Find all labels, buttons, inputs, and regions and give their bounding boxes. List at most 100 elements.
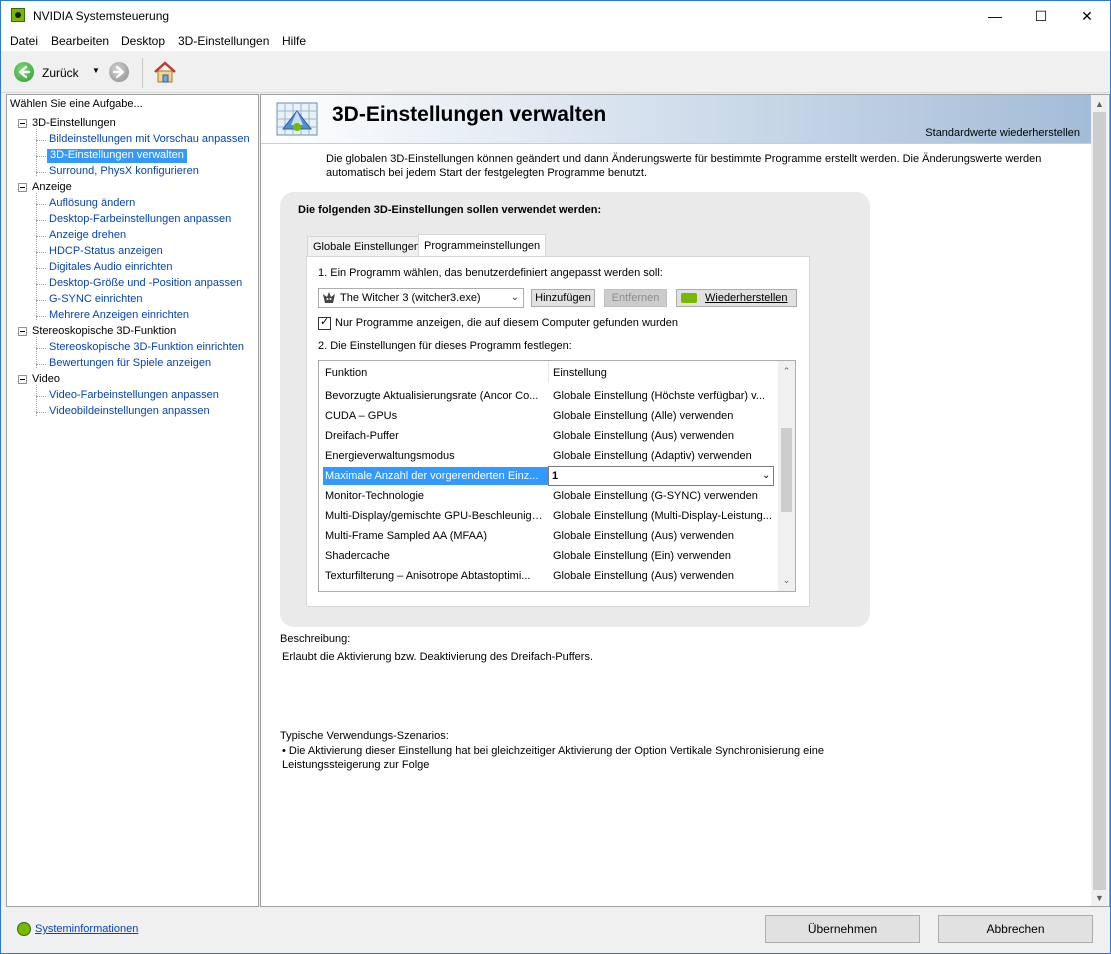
window-title: NVIDIA Systemsteuerung (33, 9, 170, 23)
collapse-icon[interactable] (18, 375, 27, 384)
chevron-down-icon[interactable]: ⌄ (762, 470, 770, 481)
menu-bar: Datei Bearbeiten Desktop 3D-Einstellunge… (1, 31, 1110, 51)
tree-connector (36, 172, 46, 173)
row-function: Texturfilterung – Anisotrope Abtastoptim… (325, 570, 531, 582)
system-info-icon[interactable] (17, 922, 31, 936)
menu-3d-einstellungen[interactable]: 3D-Einstellungen (178, 34, 269, 48)
intro-text: Die globalen 3D-Einstellungen können geä… (326, 153, 1042, 179)
tree-group-label: 3D-Einstellungen (32, 117, 116, 129)
table-scroll-down-icon[interactable]: ⌄ (778, 572, 795, 589)
table-row[interactable]: Dreifach-Puffer Globale Einstellung (Aus)… (319, 426, 778, 446)
home-icon[interactable] (152, 60, 178, 84)
tree-group-label: Video (32, 373, 60, 385)
table-row[interactable]: Monitor-Technologie Globale Einstellung (… (319, 486, 778, 506)
tree-connector (36, 284, 46, 285)
sidebar-task-item[interactable]: Anzeige drehen (49, 229, 126, 243)
menu-hilfe[interactable]: Hilfe (282, 34, 306, 48)
restore-program-button[interactable]: Wiederherstellen (676, 289, 797, 307)
scroll-thumb[interactable] (1093, 112, 1106, 890)
close-button[interactable]: ✕ (1064, 1, 1110, 31)
menu-bearbeiten[interactable]: Bearbeiten (51, 34, 109, 48)
sidebar-task-item[interactable]: Videobildeinstellungen anpassen (49, 405, 210, 419)
collapse-icon[interactable] (18, 327, 27, 336)
apply-button[interactable]: Übernehmen (765, 915, 920, 943)
sidebar-task-item[interactable]: Mehrere Anzeigen einrichten (49, 309, 189, 323)
table-row[interactable]: Energieverwaltungsmodus Globale Einstellu… (319, 446, 778, 466)
sidebar-task-item[interactable]: Digitales Audio einrichten (49, 261, 173, 275)
menu-desktop[interactable]: Desktop (121, 34, 165, 48)
table-row[interactable]: Multi-Frame Sampled AA (MFAA) Globale Ein… (319, 526, 778, 546)
cancel-button[interactable]: Abbrechen (938, 915, 1093, 943)
tree-connector (36, 348, 46, 349)
tree-connector (36, 300, 46, 301)
row-setting: Globale Einstellung (Adaptiv) verwenden (553, 450, 752, 462)
restore-defaults-link[interactable]: Standardwerte wiederherstellen (925, 127, 1080, 139)
tree-connector (36, 337, 37, 368)
table-scroll-thumb[interactable] (781, 428, 792, 512)
content-panel: 3D-Einstellungen verwalten Standardwerte… (260, 94, 1110, 907)
tab-program-settings[interactable]: Programmeinstellungen (418, 234, 547, 256)
sidebar-task-item[interactable]: HDCP-Status anzeigen (49, 245, 163, 259)
row-function: Dreifach-Puffer (325, 430, 399, 442)
tab-global-settings[interactable]: Globale Einstellungen (307, 236, 427, 256)
tree-connector (36, 385, 37, 416)
table-scroll-up-icon[interactable]: ⌃ (778, 363, 795, 380)
nvidia-logo-icon (681, 293, 697, 303)
only-found-programs-checkbox[interactable]: ✓ (318, 316, 331, 330)
sidebar-task-item[interactable]: 3D-Einstellungen verwalten (47, 149, 187, 163)
only-found-programs-label[interactable]: Nur Programme anzeigen, die auf diesem C… (335, 317, 678, 329)
back-arrow-icon[interactable] (14, 62, 34, 82)
table-row[interactable]: Maximale Anzahl der vorgerenderten Einz.… (319, 466, 778, 486)
settings-panel: Die folgenden 3D-Einstellungen sollen ve… (280, 192, 870, 627)
sidebar-task-item[interactable]: Desktop-Farbeinstellungen anpassen (49, 213, 231, 227)
remove-program-button[interactable]: Entfernen (604, 289, 667, 307)
back-button[interactable]: Zurück (42, 66, 79, 80)
table-row[interactable]: CUDA – GPUs Globale Einstellung (Alle) ve… (319, 406, 778, 426)
add-program-button[interactable]: Hinzufügen (531, 289, 595, 307)
description-label: Beschreibung: (280, 633, 351, 645)
sidebar-task-item[interactable]: G-SYNC einrichten (49, 293, 143, 307)
table-row[interactable]: Multi-Display/gemischte GPU-Beschleunigu… (319, 506, 778, 526)
tree-connector (36, 140, 46, 141)
collapse-icon[interactable] (18, 119, 27, 128)
row-setting: Globale Einstellung (Multi-Display-Leist… (553, 510, 772, 522)
restore-button-label: Wiederherstellen (705, 292, 788, 304)
minimize-button[interactable]: — (972, 1, 1018, 31)
content-scrollbar[interactable]: ▲ ▼ (1091, 95, 1108, 906)
table-row[interactable]: Shadercache Globale Einstellung (Ein) ver… (319, 546, 778, 566)
column-header-function[interactable]: Funktion (325, 367, 367, 379)
sidebar-task-item[interactable]: Video-Farbeinstellungen anpassen (49, 389, 219, 403)
column-header-setting[interactable]: Einstellung (553, 367, 607, 379)
row-setting: Globale Einstellung (Alle) verwenden (553, 410, 734, 422)
sidebar-task-item[interactable]: Bewertungen für Spiele anzeigen (49, 357, 211, 371)
sidebar-task-item[interactable]: Surround, PhysX konfigurieren (49, 165, 199, 179)
description-text: Erlaubt die Aktivierung bzw. Deaktivieru… (282, 651, 594, 663)
system-info-link[interactable]: Systeminformationen (35, 923, 138, 935)
sidebar-task-item[interactable]: Bildeinstellungen mit Vorschau anpassen (49, 133, 250, 147)
scroll-down-icon[interactable]: ▼ (1091, 889, 1108, 906)
menu-datei[interactable]: Datei (10, 34, 38, 48)
row-function: Bevorzugte Aktualisierungsrate (Ancor Co… (325, 390, 539, 402)
app-window: NVIDIA Systemsteuerung — ☐ ✕ Datei Bearb… (0, 0, 1111, 954)
sidebar-task-item[interactable]: Stereoskopische 3D-Funktion einrichten (49, 341, 244, 355)
forward-arrow-icon[interactable] (109, 62, 129, 82)
table-header: Funktion Einstellung (319, 361, 778, 383)
collapse-icon[interactable] (18, 183, 27, 192)
program-settings-body: 1. Ein Programm wählen, das benutzerdefi… (306, 256, 810, 607)
program-select[interactable]: The Witcher 3 (witcher3.exe) ⌄ (318, 288, 524, 308)
row-setting: Globale Einstellung (G-SYNC) verwenden (553, 490, 758, 502)
row-function: Monitor-Technologie (325, 490, 425, 502)
row-function: Multi-Display/gemischte GPU-Beschleunigu… (325, 510, 543, 522)
table-row[interactable]: Texturfilterung – Anisotrope Abtastoptim… (319, 566, 778, 586)
nvidia-app-icon (11, 8, 25, 22)
scroll-up-icon[interactable]: ▲ (1091, 95, 1108, 112)
row-setting: Globale Einstellung (Ein) verwenden (553, 550, 731, 562)
table-scrollbar[interactable]: ⌃ ⌄ (778, 361, 795, 591)
table-row[interactable]: Bevorzugte Aktualisierungsrate (Ancor Co… (319, 386, 778, 406)
sidebar-task-item[interactable]: Auflösung ändern (49, 197, 135, 211)
checkmark-icon: ✓ (320, 316, 330, 328)
sidebar-task-item[interactable]: Desktop-Größe und -Position anpassen (49, 277, 242, 291)
3d-settings-icon (273, 97, 321, 141)
maximize-button[interactable]: ☐ (1018, 1, 1064, 31)
back-history-dropdown-icon[interactable]: ▼ (92, 66, 100, 75)
